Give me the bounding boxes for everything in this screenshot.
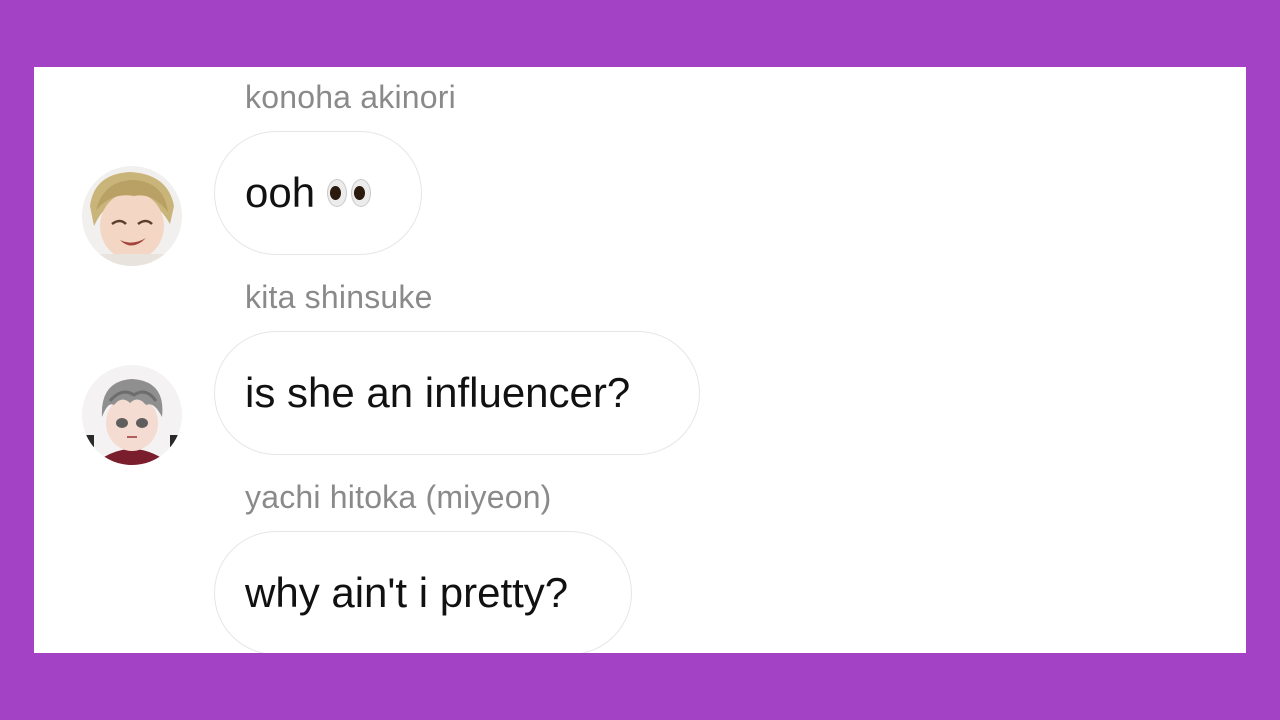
grey-haired-anime-avatar-icon	[82, 365, 182, 465]
sender-name: konoha akinori	[245, 79, 456, 115]
message-text: why ain't i pretty?	[245, 569, 569, 616]
sender-name: yachi hitoka (miyeon)	[245, 479, 552, 515]
blond-haired-anime-avatar-icon	[82, 166, 182, 266]
chat-panel: konoha akinori ooh kita shinsuke is she …	[34, 67, 1246, 653]
avatar-konoha-akinori[interactable]	[82, 166, 182, 266]
message-3: yachi hitoka (miyeon) why ain't i pretty…	[34, 467, 1246, 653]
message-bubble[interactable]: is she an influencer?	[214, 331, 700, 455]
message-1: konoha akinori ooh	[34, 67, 1246, 267]
eyes-emoji-icon	[327, 179, 372, 207]
message-text: is she an influencer?	[245, 369, 631, 416]
message-2: kita shinsuke is she an influencer?	[34, 267, 1246, 467]
message-text: ooh	[245, 169, 316, 216]
sender-name: kita shinsuke	[245, 279, 433, 315]
avatar-kita-shinsuke[interactable]	[82, 365, 182, 465]
message-bubble[interactable]: why ain't i pretty?	[214, 531, 632, 653]
message-bubble[interactable]: ooh	[214, 131, 422, 255]
